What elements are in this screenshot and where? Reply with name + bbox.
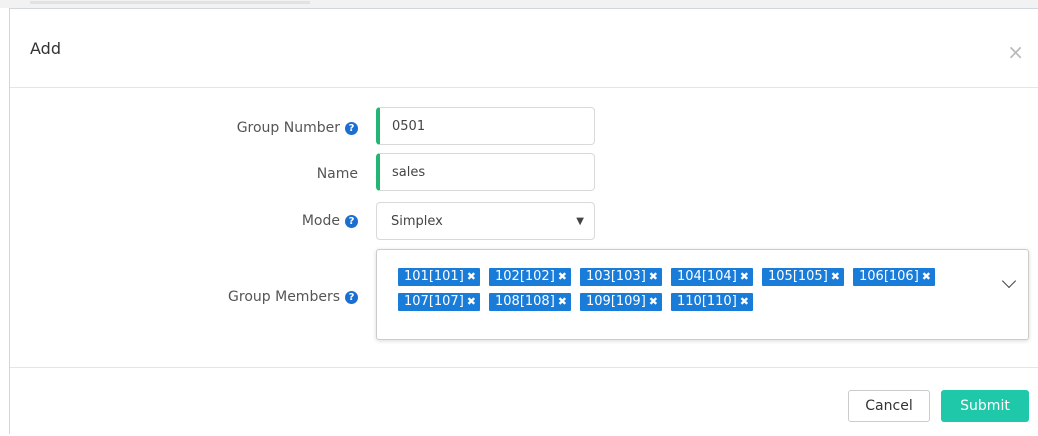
group-number-label-row: Group Number ? [237, 118, 358, 138]
remove-tag-icon[interactable]: ✖ [740, 293, 749, 311]
member-tag: 110[110] ✖ [671, 293, 753, 311]
member-tag-label: 104[104] [677, 269, 737, 284]
background-page-strip [0, 0, 1038, 8]
group-members-label-row: Group Members ? [228, 287, 358, 307]
member-tag-label: 108[108] [495, 294, 555, 309]
remove-tag-icon[interactable]: ✖ [467, 268, 476, 286]
member-tag-label: 107[107] [404, 294, 464, 309]
mode-select[interactable]: Simplex ▼ [376, 202, 595, 240]
member-tag: 107[107] ✖ [398, 293, 480, 311]
name-input[interactable] [376, 153, 595, 191]
member-tag-label: 106[106] [859, 269, 919, 284]
remove-tag-icon[interactable]: ✖ [922, 268, 931, 286]
member-tag: 102[102] ✖ [489, 268, 571, 286]
member-tag: 103[103] ✖ [580, 268, 662, 286]
mode-label: Mode [301, 213, 340, 229]
mode-select-value: Simplex [391, 213, 443, 229]
group-members-label: Group Members [228, 289, 340, 305]
member-tag-label: 103[103] [586, 269, 646, 284]
chevron-down-icon[interactable] [1001, 273, 1017, 289]
member-tag: 108[108] ✖ [489, 293, 571, 311]
close-icon[interactable]: × [1007, 42, 1024, 62]
member-tag: 106[106] ✖ [853, 268, 935, 286]
remove-tag-icon[interactable]: ✖ [649, 293, 658, 311]
add-dialog: Add × Group Number ? Name Mode ? Simplex… [9, 8, 1038, 434]
remove-tag-icon[interactable]: ✖ [831, 268, 840, 286]
member-tag-label: 110[110] [677, 294, 737, 309]
question-circle-icon[interactable]: ? [345, 290, 358, 304]
name-label-row: Name [317, 164, 358, 184]
background-text-fragment [30, 1, 310, 4]
remove-tag-icon[interactable]: ✖ [649, 268, 658, 286]
name-label: Name [316, 166, 358, 182]
remove-tag-icon[interactable]: ✖ [467, 293, 476, 311]
member-tag-list: 101[101] ✖ 102[102] ✖ 103[103] ✖ 104[104] ✖ 105[… [398, 268, 998, 311]
question-circle-icon[interactable]: ? [345, 121, 358, 135]
remove-tag-icon[interactable]: ✖ [558, 293, 567, 311]
dialog-title: Add [30, 39, 61, 58]
member-tag: 101[101] ✖ [398, 268, 480, 286]
group-number-input[interactable] [376, 107, 595, 145]
cancel-button[interactable]: Cancel [848, 390, 930, 422]
member-tag-label: 102[102] [495, 269, 555, 284]
remove-tag-icon[interactable]: ✖ [558, 268, 567, 286]
member-tag: 104[104] ✖ [671, 268, 753, 286]
member-tag: 105[105] ✖ [762, 268, 844, 286]
dialog-header: Add × [10, 9, 1038, 88]
group-members-multiselect[interactable]: 101[101] ✖ 102[102] ✖ 103[103] ✖ 104[104] ✖ 105[… [376, 249, 1029, 340]
member-tag-label: 109[109] [586, 294, 646, 309]
question-circle-icon[interactable]: ? [345, 214, 358, 228]
member-tag-label: 105[105] [768, 269, 828, 284]
member-tag-label: 101[101] [404, 269, 464, 284]
caret-down-icon: ▼ [576, 215, 584, 227]
remove-tag-icon[interactable]: ✖ [740, 268, 749, 286]
group-number-label: Group Number [236, 120, 340, 136]
member-tag: 109[109] ✖ [580, 293, 662, 311]
submit-button[interactable]: Submit [941, 390, 1029, 422]
mode-label-row: Mode ? [302, 211, 358, 231]
